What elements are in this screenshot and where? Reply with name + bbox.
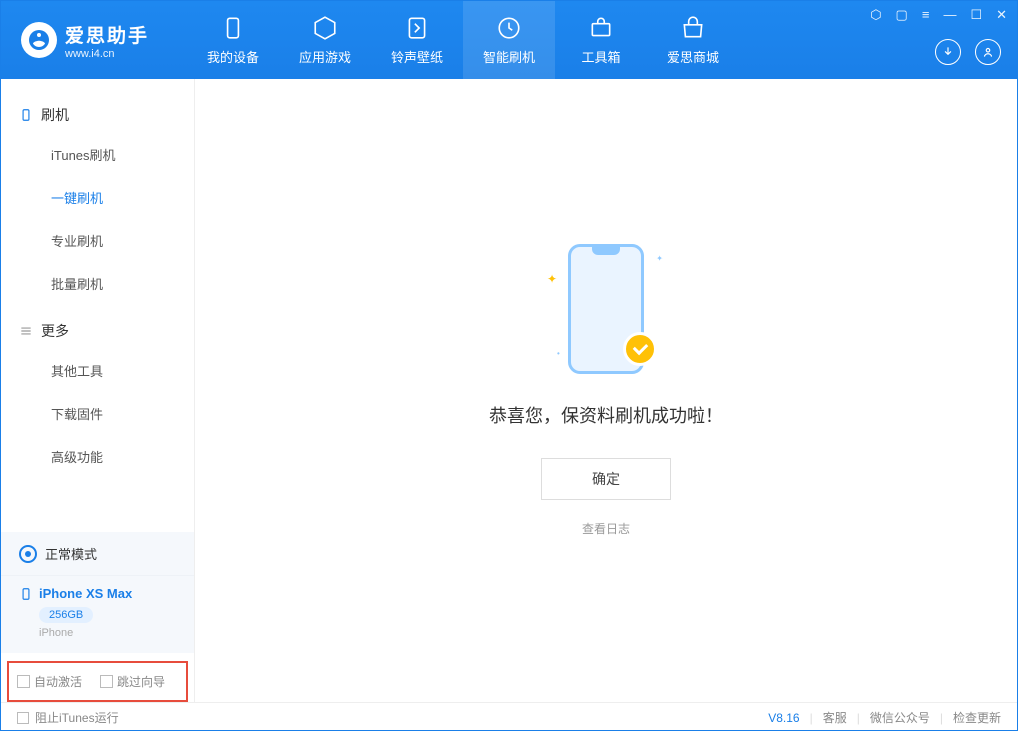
flash-options-highlighted: 自动激活 跳过向导 (7, 661, 188, 702)
nav-ringtones[interactable]: 铃声壁纸 (371, 1, 463, 79)
success-illustration: ✦ ✦ • (551, 244, 661, 384)
footer-link-support[interactable]: 客服 (823, 709, 847, 726)
menu-icon[interactable]: ≡ (922, 7, 930, 23)
device-capacity: 256GB (39, 607, 93, 623)
mode-indicator-icon (19, 545, 37, 563)
phone-icon (19, 587, 33, 601)
sidebar-item-pro-flash[interactable]: 专业刷机 (1, 219, 194, 262)
header-right-icons (935, 39, 1001, 65)
device-mode[interactable]: 正常模式 (1, 532, 194, 576)
download-icon[interactable] (935, 39, 961, 65)
sidebar-item-advanced[interactable]: 高级功能 (1, 435, 194, 478)
checkbox-skip-guide[interactable]: 跳过向导 (100, 673, 165, 690)
success-message: 恭喜您，保资料刷机成功啦！ (489, 402, 723, 428)
sidebar-item-oneclick-flash[interactable]: 一键刷机 (1, 176, 194, 219)
checkbox-block-itunes[interactable]: 阻止iTunes运行 (17, 709, 119, 726)
nav-flash[interactable]: 智能刷机 (463, 1, 555, 79)
user-icon[interactable] (975, 39, 1001, 65)
shirt-icon[interactable]: ⬡ (870, 7, 881, 23)
app-subtitle: www.i4.cn (65, 48, 149, 60)
top-nav: 我的设备 应用游戏 铃声壁纸 智能刷机 工具箱 爱思商城 (187, 1, 739, 79)
main-content: ✦ ✦ • 恭喜您，保资料刷机成功啦！ 确定 查看日志 (195, 79, 1017, 702)
nav-my-device[interactable]: 我的设备 (187, 1, 279, 79)
minimize-button[interactable]: ― (943, 7, 956, 23)
close-button[interactable]: ✕ (996, 7, 1007, 23)
device-info[interactable]: iPhone XS Max 256GB iPhone (1, 576, 194, 653)
sidebar-item-download-firmware[interactable]: 下载固件 (1, 392, 194, 435)
view-log-link[interactable]: 查看日志 (582, 520, 630, 537)
nav-toolbox[interactable]: 工具箱 (555, 1, 647, 79)
window-controls: ⬡ ▢ ≡ ― ☐ ✕ (870, 7, 1007, 23)
status-bar: 阻止iTunes运行 V8.16 | 客服 | 微信公众号 | 检查更新 (1, 702, 1017, 732)
sidebar-section-flash[interactable]: 刷机 (1, 97, 194, 133)
feedback-icon[interactable]: ▢ (896, 7, 908, 23)
app-header: 爱思助手 www.i4.cn 我的设备 应用游戏 铃声壁纸 智能刷机 工具箱 爱… (1, 1, 1017, 79)
sidebar-item-batch-flash[interactable]: 批量刷机 (1, 262, 194, 305)
maximize-button[interactable]: ☐ (970, 7, 982, 23)
app-title: 爱思助手 (65, 21, 149, 48)
sidebar: 刷机 iTunes刷机 一键刷机 专业刷机 批量刷机 更多 其他工具 下载固件 … (1, 79, 195, 702)
ok-button[interactable]: 确定 (541, 458, 671, 500)
sidebar-item-other-tools[interactable]: 其他工具 (1, 349, 194, 392)
version-label: V8.16 (768, 711, 799, 725)
footer-link-update[interactable]: 检查更新 (953, 709, 1001, 726)
nav-apps[interactable]: 应用游戏 (279, 1, 371, 79)
sidebar-item-itunes-flash[interactable]: iTunes刷机 (1, 133, 194, 176)
nav-store[interactable]: 爱思商城 (647, 1, 739, 79)
device-type: iPhone (39, 627, 176, 639)
logo-area: 爱思助手 www.i4.cn (1, 21, 169, 60)
checkbox-auto-activate[interactable]: 自动激活 (17, 673, 82, 690)
checkmark-icon (623, 332, 657, 366)
logo-icon (21, 22, 57, 58)
footer-link-wechat[interactable]: 微信公众号 (870, 709, 930, 726)
sidebar-section-more[interactable]: 更多 (1, 313, 194, 349)
